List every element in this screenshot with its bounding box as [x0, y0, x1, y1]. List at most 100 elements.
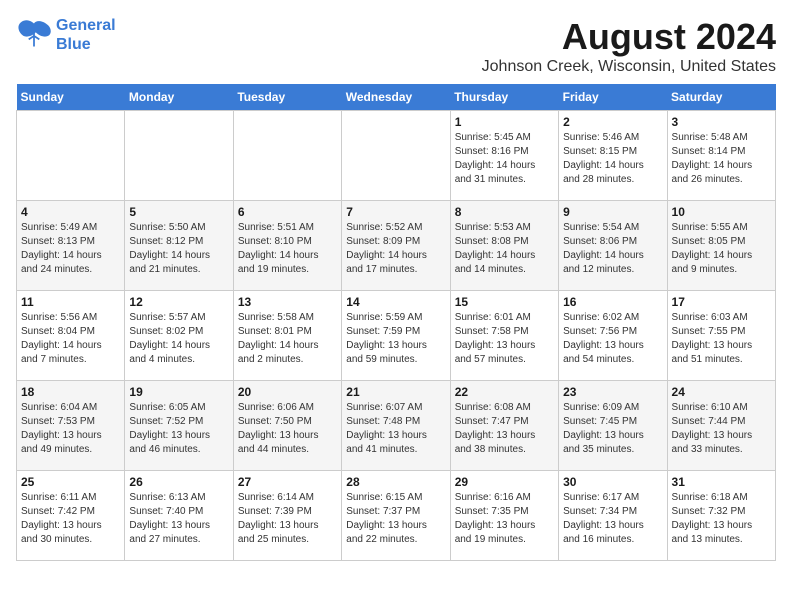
calendar-cell: 16Sunrise: 6:02 AM Sunset: 7:56 PM Dayli…	[559, 291, 667, 381]
logo-bird-icon	[16, 20, 52, 50]
day-number: 28	[346, 475, 445, 489]
day-info: Sunrise: 6:05 AM Sunset: 7:52 PM Dayligh…	[129, 401, 228, 457]
calendar-cell: 13 Sunrise: 5:58 AM Sunset: 8:01 PM Dayli…	[233, 291, 341, 381]
header: General Blue August 2024 Johnson Creek, …	[16, 16, 776, 76]
day-info: Sunrise: 6:04 AM Sunset: 7:53 PM Dayligh…	[21, 401, 120, 457]
calendar-cell: 22 Sunrise: 6:08 AM Sunset: 7:47 PM Dayli…	[450, 381, 558, 471]
day-number: 12	[129, 295, 228, 309]
calendar-cell: 15Sunrise: 6:01 AM Sunset: 7:58 PM Dayli…	[450, 291, 558, 381]
day-number: 8	[455, 205, 554, 219]
calendar-cell: 30 Sunrise: 6:17 AM Sunset: 7:34 PM Dayli…	[559, 471, 667, 561]
calendar-cell: 23 Sunrise: 6:09 AM Sunset: 7:45 PM Dayli…	[559, 381, 667, 471]
calendar-cell: 17 Sunrise: 6:03 AM Sunset: 7:55 PM Dayli…	[667, 291, 775, 381]
day-info: Sunrise: 6:15 AM Sunset: 7:37 PM Dayligh…	[346, 491, 445, 547]
calendar-cell: 26 Sunrise: 6:13 AM Sunset: 7:40 PM Dayli…	[125, 471, 233, 561]
day-info: Sunrise: 6:14 AM Sunset: 7:39 PM Dayligh…	[238, 491, 337, 547]
calendar-header-saturday: Saturday	[667, 84, 775, 111]
day-number: 2	[563, 115, 662, 129]
day-number: 27	[238, 475, 337, 489]
calendar-cell: 7 Sunrise: 5:52 AM Sunset: 8:09 PM Daylig…	[342, 201, 450, 291]
calendar-cell	[342, 111, 450, 201]
calendar-cell: 18 Sunrise: 6:04 AM Sunset: 7:53 PM Dayli…	[17, 381, 125, 471]
day-number: 31	[672, 475, 771, 489]
day-number: 30	[563, 475, 662, 489]
day-number: 23	[563, 385, 662, 399]
day-number: 3	[672, 115, 771, 129]
day-number: 10	[672, 205, 771, 219]
day-number: 26	[129, 475, 228, 489]
logo: General Blue	[16, 16, 116, 54]
calendar-cell: 6 Sunrise: 5:51 AM Sunset: 8:10 PM Daylig…	[233, 201, 341, 291]
day-info: Sunrise: 5:46 AM Sunset: 8:15 PM Dayligh…	[563, 131, 662, 187]
calendar-cell: 28 Sunrise: 6:15 AM Sunset: 7:37 PM Dayli…	[342, 471, 450, 561]
day-info: Sunrise: 5:54 AM Sunset: 8:06 PM Dayligh…	[563, 221, 662, 277]
day-number: 21	[346, 385, 445, 399]
day-info: Sunrise: 6:17 AM Sunset: 7:34 PM Dayligh…	[563, 491, 662, 547]
day-info: Sunrise: 6:18 AM Sunset: 7:32 PM Dayligh…	[672, 491, 771, 547]
calendar-header-friday: Friday	[559, 84, 667, 111]
calendar-cell: 11Sunrise: 5:56 AM Sunset: 8:04 PM Dayli…	[17, 291, 125, 381]
day-info: Sunrise: 6:08 AM Sunset: 7:47 PM Dayligh…	[455, 401, 554, 457]
day-number: 22	[455, 385, 554, 399]
calendar-cell: 14 Sunrise: 5:59 AM Sunset: 7:59 PM Dayli…	[342, 291, 450, 381]
calendar-cell: 10 Sunrise: 5:55 AM Sunset: 8:05 PM Dayli…	[667, 201, 775, 291]
calendar-cell: 20 Sunrise: 6:06 AM Sunset: 7:50 PM Dayli…	[233, 381, 341, 471]
day-info: Sunrise: 6:02 AM Sunset: 7:56 PM Dayligh…	[563, 311, 662, 367]
day-info: Sunrise: 5:58 AM Sunset: 8:01 PM Dayligh…	[238, 311, 337, 367]
calendar-header-monday: Monday	[125, 84, 233, 111]
day-info: Sunrise: 5:52 AM Sunset: 8:09 PM Dayligh…	[346, 221, 445, 277]
day-number: 20	[238, 385, 337, 399]
day-info: Sunrise: 6:01 AM Sunset: 7:58 PM Dayligh…	[455, 311, 554, 367]
day-info: Sunrise: 6:03 AM Sunset: 7:55 PM Dayligh…	[672, 311, 771, 367]
day-info: Sunrise: 5:45 AM Sunset: 8:16 PM Dayligh…	[455, 131, 554, 187]
day-number: 5	[129, 205, 228, 219]
calendar-cell: 27 Sunrise: 6:14 AM Sunset: 7:39 PM Dayli…	[233, 471, 341, 561]
calendar-cell: 12 Sunrise: 5:57 AM Sunset: 8:02 PM Dayli…	[125, 291, 233, 381]
calendar-header-wednesday: Wednesday	[342, 84, 450, 111]
day-info: Sunrise: 6:11 AM Sunset: 7:42 PM Dayligh…	[21, 491, 120, 547]
calendar-week-5: 25Sunrise: 6:11 AM Sunset: 7:42 PM Dayli…	[17, 471, 776, 561]
calendar-cell: 21Sunrise: 6:07 AM Sunset: 7:48 PM Dayli…	[342, 381, 450, 471]
calendar-cell: 31 Sunrise: 6:18 AM Sunset: 7:32 PM Dayli…	[667, 471, 775, 561]
day-number: 1	[455, 115, 554, 129]
day-number: 14	[346, 295, 445, 309]
day-info: Sunrise: 5:56 AM Sunset: 8:04 PM Dayligh…	[21, 311, 120, 367]
day-number: 6	[238, 205, 337, 219]
day-number: 17	[672, 295, 771, 309]
title-section: August 2024 Johnson Creek, Wisconsin, Un…	[482, 16, 776, 76]
calendar-cell	[233, 111, 341, 201]
day-info: Sunrise: 5:48 AM Sunset: 8:14 PM Dayligh…	[672, 131, 771, 187]
logo-text: General Blue	[56, 16, 116, 54]
day-info: Sunrise: 6:16 AM Sunset: 7:35 PM Dayligh…	[455, 491, 554, 547]
day-info: Sunrise: 6:09 AM Sunset: 7:45 PM Dayligh…	[563, 401, 662, 457]
location-title: Johnson Creek, Wisconsin, United States	[482, 58, 776, 76]
calendar-cell	[17, 111, 125, 201]
day-number: 13	[238, 295, 337, 309]
day-info: Sunrise: 5:55 AM Sunset: 8:05 PM Dayligh…	[672, 221, 771, 277]
calendar-cell: 8 Sunrise: 5:53 AM Sunset: 8:08 PM Daylig…	[450, 201, 558, 291]
day-info: Sunrise: 6:10 AM Sunset: 7:44 PM Dayligh…	[672, 401, 771, 457]
day-number: 29	[455, 475, 554, 489]
calendar-cell: 29 Sunrise: 6:16 AM Sunset: 7:35 PM Dayli…	[450, 471, 558, 561]
calendar-header-tuesday: Tuesday	[233, 84, 341, 111]
calendar-cell: 2 Sunrise: 5:46 AM Sunset: 8:15 PM Daylig…	[559, 111, 667, 201]
day-number: 18	[21, 385, 120, 399]
calendar-week-2: 4Sunrise: 5:49 AM Sunset: 8:13 PM Daylig…	[17, 201, 776, 291]
day-info: Sunrise: 6:13 AM Sunset: 7:40 PM Dayligh…	[129, 491, 228, 547]
calendar-cell: 9Sunrise: 5:54 AM Sunset: 8:06 PM Daylig…	[559, 201, 667, 291]
day-info: Sunrise: 5:57 AM Sunset: 8:02 PM Dayligh…	[129, 311, 228, 367]
calendar-header-thursday: Thursday	[450, 84, 558, 111]
day-info: Sunrise: 6:06 AM Sunset: 7:50 PM Dayligh…	[238, 401, 337, 457]
day-info: Sunrise: 5:49 AM Sunset: 8:13 PM Dayligh…	[21, 221, 120, 277]
calendar: SundayMondayTuesdayWednesdayThursdayFrid…	[16, 84, 776, 561]
calendar-header-sunday: Sunday	[17, 84, 125, 111]
calendar-week-3: 11Sunrise: 5:56 AM Sunset: 8:04 PM Dayli…	[17, 291, 776, 381]
day-info: Sunrise: 5:53 AM Sunset: 8:08 PM Dayligh…	[455, 221, 554, 277]
calendar-cell: 25Sunrise: 6:11 AM Sunset: 7:42 PM Dayli…	[17, 471, 125, 561]
day-info: Sunrise: 5:59 AM Sunset: 7:59 PM Dayligh…	[346, 311, 445, 367]
day-info: Sunrise: 5:51 AM Sunset: 8:10 PM Dayligh…	[238, 221, 337, 277]
calendar-header-row: SundayMondayTuesdayWednesdayThursdayFrid…	[17, 84, 776, 111]
month-title: August 2024	[482, 16, 776, 58]
calendar-cell: 5Sunrise: 5:50 AM Sunset: 8:12 PM Daylig…	[125, 201, 233, 291]
day-number: 7	[346, 205, 445, 219]
